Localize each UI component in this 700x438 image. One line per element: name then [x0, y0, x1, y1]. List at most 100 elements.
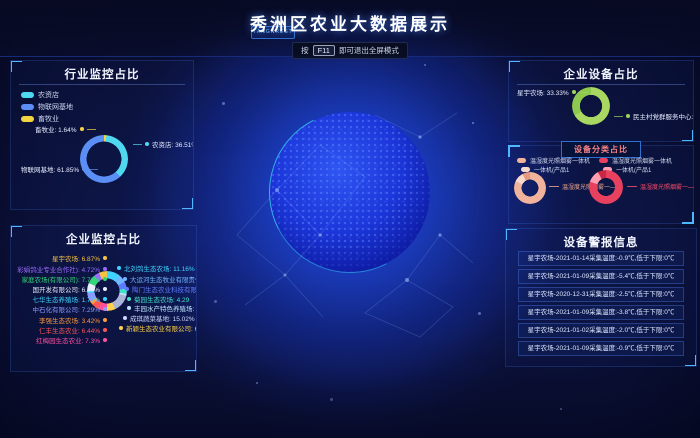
label-text: 丰园水产特色养殖场: 1.: [134, 303, 197, 313]
industry-donut-chart[interactable]: [80, 135, 128, 183]
label-text: 物联网基地: 61.85%: [21, 164, 79, 174]
particle: [256, 382, 258, 384]
legend-swatch: [21, 104, 34, 110]
label-dot: [103, 328, 107, 332]
device-class-donut-left[interactable]: [514, 172, 546, 204]
legend-label: 一体机(产品1: [534, 165, 569, 174]
ent-label-left: 家庭农场(有限公司): 7.72%: [13, 274, 107, 284]
label-text: 星宇农场: 6.87%: [52, 253, 100, 263]
panel-equipment-ratio: 企业设备占比 星宇农场: 33.33% 民主村党群服务中心:: [508, 60, 694, 142]
ent-label-right: 北刘鸽生态农场: 11.16%: [117, 263, 195, 273]
alarm-row: 星宇农场-2020-12-31采集温度:-2.5℃,低于下限:0℃: [518, 287, 684, 302]
ent-label-left: 仁丰生态农业: 6.44%: [13, 325, 107, 335]
panel-industry-monitor: 行业监控占比 农资店 物联网基地 畜牧业 畜牧业: 1.64% 农资店: 36.…: [10, 60, 194, 210]
label-text: 成琪蔬菜基地: 15.02%: [130, 313, 195, 323]
label-dot: [103, 267, 107, 271]
panel-title: 设备警报信息: [506, 234, 696, 250]
label-dot: [103, 297, 107, 301]
legend-label: 农资店: [38, 90, 59, 100]
fullscreen-hint: 按 F11 即可退出全屏模式: [0, 42, 700, 59]
label-text: 畜牧业: 1.64%: [35, 124, 77, 134]
legend-swatch: [517, 158, 526, 163]
leader-line: [87, 129, 96, 130]
legend-item[interactable]: 温湿度光照烟雾一体机: [517, 156, 590, 165]
particle: [214, 300, 217, 303]
alarm-row: 星宇农场-2021-01-09采集温度:-5.4℃,低于下限:0℃: [518, 269, 684, 284]
legend-label: 温湿度光照烟雾一体机: [530, 156, 590, 165]
label-dot: [82, 167, 86, 171]
label-dot: [572, 90, 576, 94]
page-title: 秀洲区农业大数据展示: [0, 10, 700, 35]
device-class-callout-right: 温湿度光照烟雾一—: [627, 182, 694, 191]
label-text: 李强生态农场: 3.42%: [39, 315, 100, 325]
label-dot: [103, 277, 107, 281]
network-lines-decoration: [225, 85, 475, 345]
panel-title: 行业监控占比: [11, 66, 193, 82]
divider: [517, 84, 685, 85]
label-dot: [127, 297, 131, 301]
legend-item-livestock[interactable]: 畜牧业: [21, 114, 59, 124]
label-text: 七华生态养殖场: 1.72%: [32, 294, 100, 304]
equip-label-left: 星宇农场: 33.33%: [517, 87, 588, 97]
device-class-donut-right[interactable]: [589, 170, 623, 204]
panel-device-alarms: 设备警报信息 星宇农场-2021-01-14采集温度:-0.9℃,低于下限:0℃…: [505, 228, 697, 367]
ent-label-right: 新颖生态农业有限公司: 6.87%: [119, 323, 197, 333]
ent-label-right: 丰园水产特色养殖场: 1.: [127, 303, 197, 313]
particle: [222, 102, 225, 105]
ent-label-left: 红梅园生态农业: 7.3%: [13, 335, 107, 345]
particle: [478, 312, 481, 315]
label-dot: [103, 338, 107, 342]
leader-line: [627, 186, 637, 187]
label-text: 民主村党群服务中心:: [633, 111, 693, 121]
ent-label-right: 成琪蔬菜基地: 15.02%: [123, 313, 195, 323]
f11-key-badge: F11: [313, 45, 335, 56]
legend-label: 畜牧业: [38, 114, 59, 124]
label-text: 新颖生态农业有限公司: 6.87%: [126, 323, 197, 333]
hint-prefix: 按: [301, 45, 309, 56]
label-text: 家庭农场(有限公司): 7.72%: [22, 274, 100, 284]
legend-label: 物联网基地: [38, 102, 73, 112]
leader-line: [614, 116, 623, 117]
fullscreen-hint-box: 按 F11 即可退出全屏模式: [292, 42, 408, 59]
particle: [472, 122, 474, 124]
legend-item-store[interactable]: 农资店: [21, 90, 59, 100]
legend-item[interactable]: 温湿度光照烟雾一体机: [599, 156, 672, 165]
legend-swatch: [21, 116, 34, 122]
label-dot: [123, 316, 127, 320]
label-dot: [127, 306, 131, 310]
particle: [424, 64, 426, 66]
equip-label-right: 民主村党群服务中心:: [614, 111, 693, 121]
alarm-row: 星宇农场-2021-01-09采集温度:-0.9℃,低于下限:0℃: [518, 341, 684, 356]
chart-label-iot: 物联网基地: 61.85%: [21, 164, 98, 174]
leader-line: [89, 169, 98, 170]
hint-suffix: 即可退出全屏模式: [339, 45, 399, 56]
alarm-row: 星宇农场-2021-01-14采集温度:-0.9℃,低于下限:0℃: [518, 251, 684, 266]
chart-label-store: 农资店: 36.51%: [133, 139, 194, 149]
label-text: 陶门生态农业科技有限公: [132, 284, 197, 294]
panel-title: 企业监控占比: [11, 231, 196, 247]
label-dot: [626, 114, 630, 118]
leader-line: [549, 186, 559, 187]
label-dot: [80, 127, 84, 131]
leader-line: [579, 92, 588, 93]
ent-label-left: 中石化有限公司: 7.29%: [13, 304, 107, 314]
label-dot: [117, 266, 121, 270]
label-dot: [125, 287, 129, 291]
label-dot: [145, 142, 149, 146]
label-text: 大运河生态牧业有限责任公: [130, 274, 197, 284]
legend-item-iot[interactable]: 物联网基地: [21, 102, 73, 112]
legend-swatch: [21, 92, 34, 98]
legend-label: 温湿度光照烟雾一体机: [612, 156, 672, 165]
alarm-row: 星宇农场-2021-01-09采集温度:-3.8℃,低于下限:0℃: [518, 305, 684, 320]
ent-label-right: 大运河生态牧业有限责任公: [123, 274, 197, 284]
label-dot: [103, 307, 107, 311]
ent-label-left: 七华生态养殖场: 1.72%: [13, 294, 107, 304]
legend-swatch: [599, 158, 608, 163]
label-text: 红梅园生态农业: 7.3%: [36, 335, 100, 345]
label-dot: [123, 277, 127, 281]
divider: [19, 84, 185, 85]
label-dot: [103, 287, 107, 291]
leader-line: [133, 144, 142, 145]
ent-label-right: 陶门生态农业科技有限公: [125, 284, 197, 294]
label-dot: [103, 256, 107, 260]
